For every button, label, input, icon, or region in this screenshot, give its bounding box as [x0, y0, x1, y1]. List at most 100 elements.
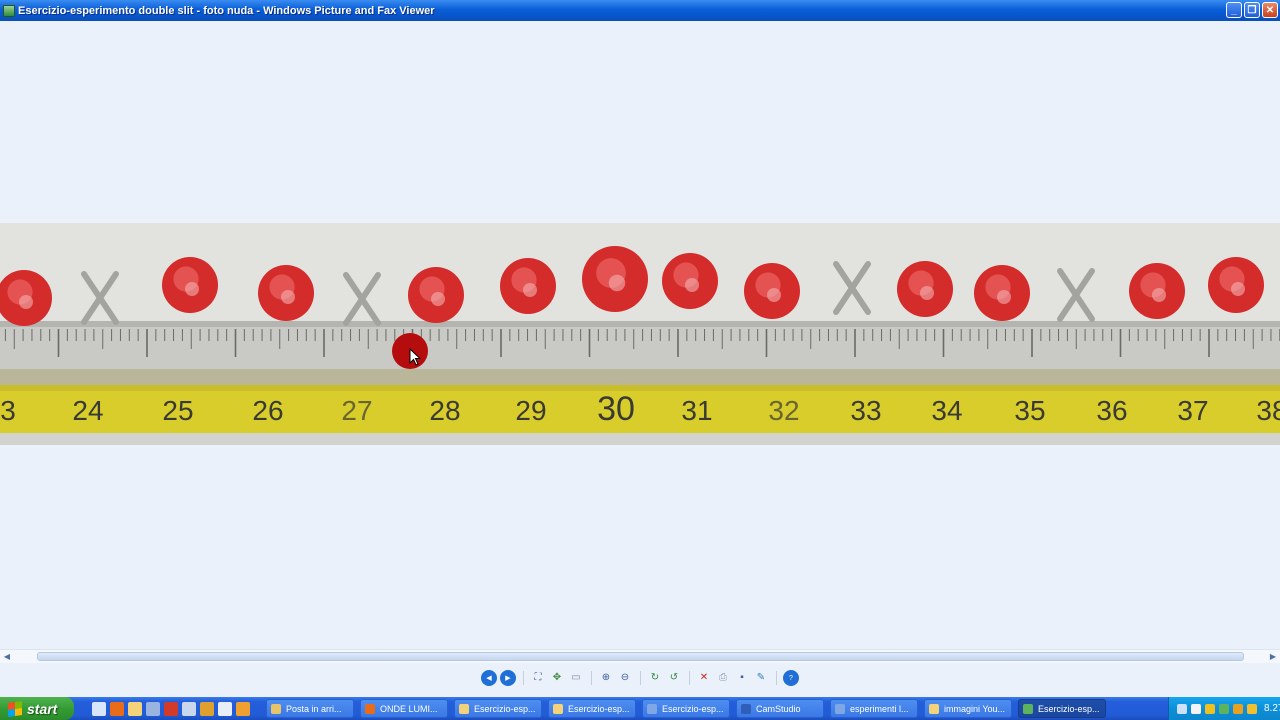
delete-button[interactable]: ✕ [696, 670, 712, 686]
taskbar-button[interactable]: ONDE LUMI... [360, 699, 448, 718]
taskbar-button-label: ONDE LUMI... [380, 703, 438, 714]
rotate-clockwise-button[interactable]: ↻ [647, 670, 663, 686]
quick-launch [92, 701, 250, 716]
ruler-body [0, 321, 1280, 369]
ruler-photo: 3 24 25 26 27 28 29 30 31 32 33 34 35 36 37 38 [0, 223, 1280, 433]
paint-icon[interactable] [200, 701, 214, 716]
toolbar-separator [590, 671, 592, 685]
taskbar-button[interactable]: immagini You... [924, 699, 1012, 718]
show-desktop-icon[interactable] [92, 701, 106, 716]
photo: 3 24 25 26 27 28 29 30 31 32 33 34 35 36 37 38 [0, 223, 1280, 445]
print-button[interactable]: ⎙ [715, 670, 731, 686]
taskbar: start Posta in arri... ONDE LUMI... Eserci… [0, 697, 1280, 720]
ruler-number: 29 [515, 395, 546, 426]
best-fit-button[interactable]: ⛶ [530, 670, 546, 686]
taskbar-button-label: Esercizio-esp... [568, 703, 630, 714]
tray-icon[interactable] [1205, 703, 1215, 714]
slideshow-button[interactable]: ▭ [568, 670, 584, 686]
taskbar-button[interactable]: esperimenti l... [830, 699, 918, 718]
taskbar-button[interactable]: Esercizio-esp... [454, 699, 542, 718]
firefox-icon[interactable] [110, 701, 124, 716]
taskbar-button[interactable]: CamStudio [736, 699, 824, 718]
scroll-right-icon[interactable]: ▶ [1268, 652, 1278, 662]
actual-size-icon: ✥ [552, 672, 562, 683]
tray-icon[interactable] [1177, 703, 1187, 714]
toolbar-separator [775, 671, 777, 685]
horizontal-scrollbar[interactable]: ◀ ▶ [0, 649, 1280, 663]
help-button[interactable]: ? [783, 670, 799, 686]
settings-icon[interactable] [182, 701, 196, 716]
task-app-icon [365, 703, 375, 714]
mouse-pointer-icon [409, 348, 421, 366]
maximize-button[interactable]: ❐ [1244, 2, 1260, 18]
slideshow-icon: ▭ [571, 672, 581, 683]
ruler-number: 36 [1096, 395, 1127, 426]
tray-icon[interactable] [1247, 703, 1257, 714]
taskbar-button[interactable]: Esercizio-esp... [1018, 699, 1106, 718]
taskbar-button[interactable]: Esercizio-esp... [642, 699, 730, 718]
task-app-icon [647, 703, 657, 714]
taskbar-button-label: Esercizio-esp... [1038, 703, 1100, 714]
taskbar-button[interactable]: Posta in arri... [266, 699, 354, 718]
red-dot-sheen [767, 288, 781, 302]
print-icon: ⎙ [719, 672, 727, 683]
minimize-button[interactable]: _ [1226, 2, 1242, 18]
previous-icon: ◀ [486, 674, 492, 682]
task-app-icon [929, 703, 939, 714]
camera-icon[interactable] [236, 701, 250, 716]
taskbar-button-label: immagini You... [944, 703, 1006, 714]
ruler-number: 33 [850, 395, 881, 426]
picture-viewer-icon [3, 4, 15, 17]
ruler-edge [0, 321, 1280, 327]
task-buttons: Posta in arri... ONDE LUMI... Esercizio-es… [266, 699, 1112, 718]
zoom-out-button[interactable]: ⊖ [617, 670, 633, 686]
ruler-number: 27 [341, 395, 372, 426]
copy-to-button[interactable]: ▪ [734, 670, 750, 686]
help-icon: ? [789, 674, 793, 682]
task-app-icon [741, 703, 751, 714]
zoom-in-icon: ⊕ [601, 672, 611, 683]
tray-icon[interactable] [1233, 703, 1243, 714]
tray-icon[interactable] [1191, 703, 1201, 714]
rotate-counterclockwise-button[interactable]: ↺ [666, 670, 682, 686]
previous-image-button[interactable]: ◀ [481, 670, 497, 686]
red-dot-sheen [431, 292, 445, 306]
red-dot-sheen [281, 290, 295, 304]
window-title: Esercizio-esperimento double slit - foto… [18, 4, 435, 17]
tray-icons [1177, 703, 1257, 714]
acrobat-icon[interactable] [164, 701, 178, 716]
next-image-button[interactable]: ▶ [500, 670, 516, 686]
red-dot-sheen [523, 283, 537, 297]
rotate-counterclockwise-icon: ↺ [669, 672, 679, 683]
start-button[interactable]: start [0, 697, 74, 720]
scrollbar-thumb[interactable] [37, 652, 1244, 661]
taskbar-button[interactable]: Esercizio-esp... [548, 699, 636, 718]
actual-size-button[interactable]: ✥ [549, 670, 565, 686]
title-bar: Esercizio-esperimento double slit - foto… [0, 0, 1280, 21]
ruler-number: 31 [681, 395, 712, 426]
toolbar-separator [688, 671, 690, 685]
red-dot-sheen [997, 290, 1011, 304]
rotate-clockwise-icon: ↻ [650, 672, 660, 683]
ruler-number: 25 [162, 395, 193, 426]
red-dot-sheen [608, 274, 626, 292]
scroll-left-icon[interactable]: ◀ [2, 652, 12, 662]
red-dot-sheen [920, 286, 934, 300]
zoom-in-button[interactable]: ⊕ [598, 670, 614, 686]
red-dot-sheen [1231, 282, 1245, 296]
edit-button[interactable]: ✎ [753, 670, 769, 686]
media-icon[interactable] [146, 701, 160, 716]
ruler-number: 38 [1256, 395, 1280, 426]
tray-icon[interactable] [1219, 703, 1229, 714]
notepad-icon[interactable] [218, 701, 232, 716]
task-app-icon [835, 703, 845, 714]
delete-icon: ✕ [699, 672, 709, 683]
close-button[interactable]: ✕ [1262, 2, 1278, 18]
task-app-icon [553, 703, 563, 714]
edit-icon: ✎ [756, 672, 766, 683]
zoom-out-icon: ⊖ [620, 672, 630, 683]
ruler-number: 26 [252, 395, 283, 426]
explorer-icon[interactable] [128, 701, 142, 716]
next-icon: ▶ [505, 674, 511, 682]
toolbar-separator [639, 671, 641, 685]
